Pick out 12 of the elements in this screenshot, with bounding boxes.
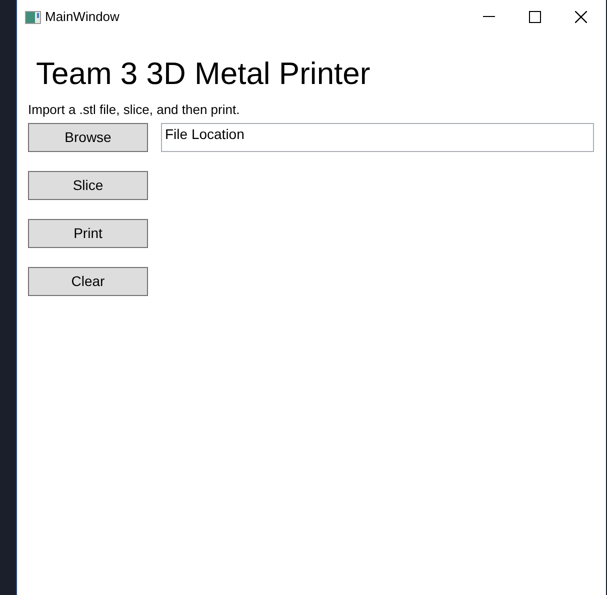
close-icon xyxy=(575,11,587,23)
minimize-icon xyxy=(483,16,495,18)
action-button[interactable]: Clear xyxy=(28,267,148,296)
action-button[interactable]: Print xyxy=(28,219,148,248)
action-button[interactable]: Slice xyxy=(28,171,148,200)
instructions-text: Import a .stl file, slice, and then print. xyxy=(28,102,241,118)
app-heading: Team 3 3D Metal Printer xyxy=(36,55,372,93)
file-location-field[interactable]: File Location xyxy=(161,123,594,152)
maximize-icon xyxy=(529,11,541,23)
window-title: MainWindow xyxy=(45,8,120,26)
action-button[interactable]: Browse xyxy=(28,123,148,152)
app-icon xyxy=(25,10,41,24)
